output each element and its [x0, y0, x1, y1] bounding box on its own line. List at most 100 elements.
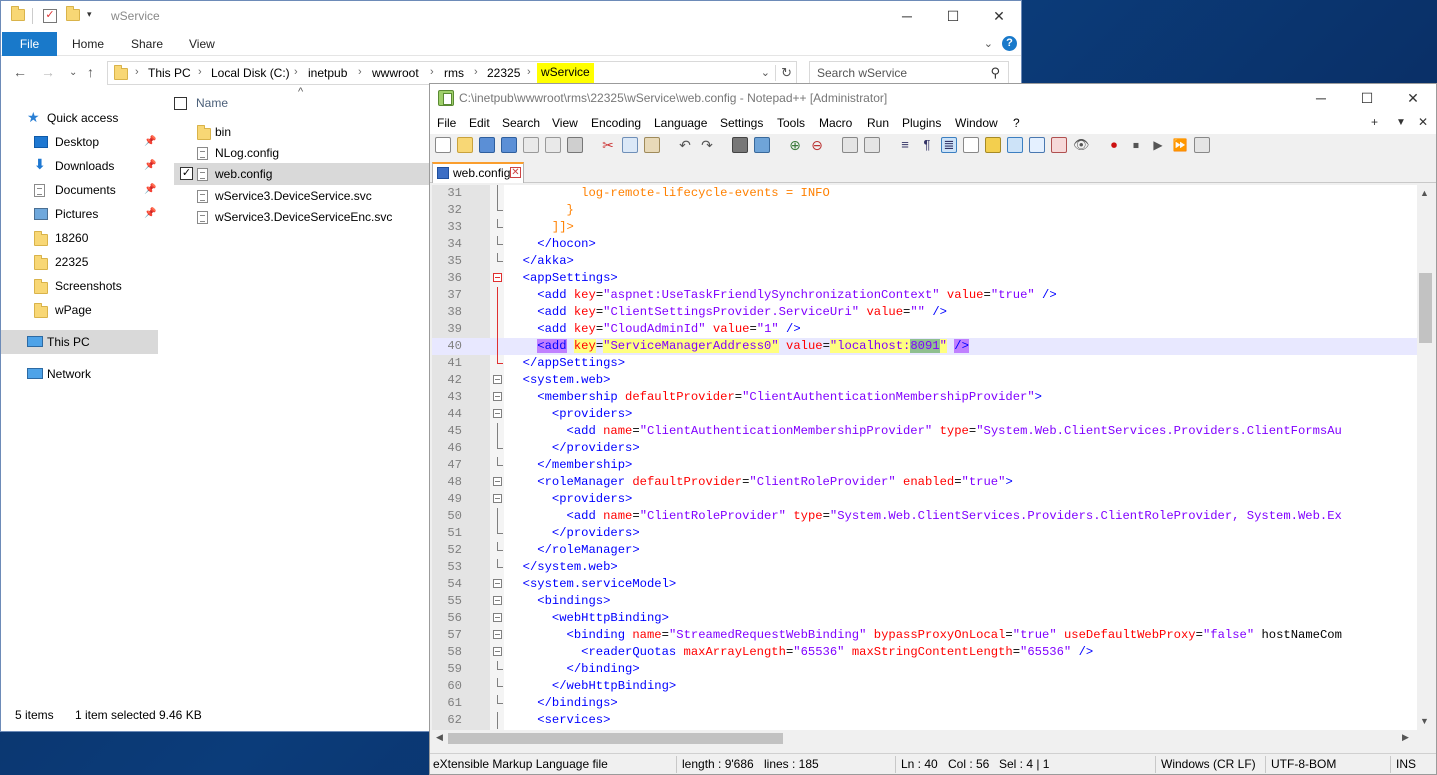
paste-icon[interactable]: [644, 137, 660, 153]
file-row[interactable]: NLog.config: [174, 142, 431, 164]
play-macro-icon[interactable]: ▶: [1150, 137, 1166, 153]
fold-toggle[interactable]: [493, 613, 502, 622]
zoom-in-icon[interactable]: ⊕: [787, 137, 803, 153]
undo-icon[interactable]: ↶: [677, 137, 693, 153]
fold-toggle[interactable]: [493, 375, 502, 384]
breadcrumb-item[interactable]: This PC: [148, 66, 191, 80]
cut-icon[interactable]: ✂: [600, 137, 616, 153]
sync-horizontal-icon[interactable]: [864, 137, 880, 153]
properties-icon[interactable]: ✓: [43, 9, 57, 23]
folder-workspace-icon[interactable]: [1029, 137, 1045, 153]
customize-toolbar-icon[interactable]: ▾: [87, 9, 101, 23]
scroll-right-icon[interactable]: ▶: [1402, 732, 1409, 743]
breadcrumb-item[interactable]: 22325: [487, 66, 520, 80]
menu-plugins[interactable]: Plugins: [902, 116, 941, 130]
nav-this-pc[interactable]: This PC: [1, 330, 158, 354]
scroll-up-icon[interactable]: ▲: [1420, 188, 1429, 198]
file-row[interactable]: bin: [174, 121, 431, 143]
fold-toggle[interactable]: [493, 273, 502, 282]
show-all-chars-icon[interactable]: ¶: [919, 137, 935, 153]
menu-window[interactable]: Window: [955, 116, 998, 130]
menu-help[interactable]: ?: [1013, 116, 1020, 130]
breadcrumb-item[interactable]: wwwroot: [372, 66, 419, 80]
redo-icon[interactable]: ↷: [699, 137, 715, 153]
stop-macro-icon[interactable]: ⏹: [1128, 137, 1144, 153]
close-file-icon[interactable]: [523, 137, 539, 153]
record-macro-icon[interactable]: ⏺: [1106, 137, 1122, 153]
address-dropdown-icon[interactable]: ⌄: [761, 66, 770, 79]
scroll-left-icon[interactable]: ◀: [436, 732, 443, 743]
close-tab-icon[interactable]: ✕: [510, 167, 521, 178]
breadcrumb-current[interactable]: wService: [537, 63, 594, 83]
menu-encoding[interactable]: Encoding: [591, 116, 641, 130]
row-checkbox[interactable]: ✓: [180, 167, 193, 180]
help-icon[interactable]: ?: [1002, 36, 1017, 51]
scroll-thumb[interactable]: [448, 733, 783, 744]
refresh-icon[interactable]: ↻: [775, 65, 792, 81]
maximize-button[interactable]: ☐: [1344, 84, 1390, 112]
tab-file[interactable]: File: [2, 32, 57, 56]
close-all-icon[interactable]: [545, 137, 561, 153]
indent-guide-icon[interactable]: ≣: [941, 137, 957, 153]
fold-toggle[interactable]: [493, 647, 502, 656]
nav-documents[interactable]: Documents 📌: [1, 178, 158, 202]
menu-search[interactable]: Search: [502, 116, 540, 130]
pin-icon[interactable]: 📌: [144, 178, 156, 202]
eol-format[interactable]: Windows (CR LF): [1161, 754, 1256, 774]
menu-language[interactable]: Language: [654, 116, 707, 130]
nav-folder[interactable]: 18260: [1, 226, 158, 250]
menu-settings[interactable]: Settings: [720, 116, 763, 130]
eye-icon[interactable]: 👁: [1073, 137, 1090, 153]
chevron-down-icon[interactable]: ⌄: [984, 37, 993, 50]
minimize-button[interactable]: ─: [1298, 84, 1344, 112]
insert-mode[interactable]: INS: [1396, 754, 1416, 774]
menu-edit[interactable]: Edit: [469, 116, 490, 130]
doc-map-icon[interactable]: [985, 137, 1001, 153]
nav-folder[interactable]: wPage: [1, 298, 158, 322]
scroll-thumb[interactable]: [1419, 273, 1432, 343]
fold-toggle[interactable]: [493, 579, 502, 588]
monitoring-icon[interactable]: [1051, 137, 1067, 153]
function-list-icon[interactable]: [1007, 137, 1023, 153]
scroll-down-icon[interactable]: ▼: [1420, 716, 1429, 726]
nav-network[interactable]: Network: [1, 362, 158, 386]
save-all-icon[interactable]: [501, 137, 517, 153]
copy-icon[interactable]: [622, 137, 638, 153]
fold-toggle[interactable]: [493, 477, 502, 486]
print-icon[interactable]: [567, 137, 583, 153]
up-icon[interactable]: ↑: [87, 64, 94, 80]
replace-icon[interactable]: [754, 137, 770, 153]
menu-file[interactable]: File: [437, 116, 456, 130]
fold-toggle[interactable]: [493, 392, 502, 401]
tab-web-config[interactable]: web.config ✕: [432, 162, 524, 183]
search-input[interactable]: [810, 62, 980, 84]
nav-pictures[interactable]: Pictures 📌: [1, 202, 158, 226]
tab-home[interactable]: Home: [72, 32, 104, 56]
fold-toggle[interactable]: [493, 409, 502, 418]
menu-macro[interactable]: Macro: [819, 116, 852, 130]
nav-folder[interactable]: Screenshots: [1, 274, 158, 298]
recent-dropdown-icon[interactable]: ⌄: [69, 67, 77, 78]
new-folder-icon[interactable]: [66, 6, 80, 23]
menu-run[interactable]: Run: [867, 116, 889, 130]
file-row-selected[interactable]: ✓ web.config: [174, 163, 431, 185]
pin-icon[interactable]: 📌: [144, 130, 156, 154]
forward-icon[interactable]: →: [41, 64, 55, 80]
breadcrumb-item[interactable]: inetpub: [308, 66, 347, 80]
fold-toggle[interactable]: [493, 630, 502, 639]
nav-quick-access[interactable]: ★ Quick access: [1, 106, 158, 130]
horizontal-scrollbar[interactable]: ◀ ▶: [432, 730, 1417, 747]
address-bar[interactable]: › This PC › Local Disk (C:) › inetpub › …: [107, 61, 797, 85]
breadcrumb-item[interactable]: Local Disk (C:): [211, 66, 290, 80]
file-row[interactable]: wService3.DeviceServiceEnc.svc: [174, 206, 431, 228]
nav-desktop[interactable]: Desktop 📌: [1, 130, 158, 154]
fold-toggle[interactable]: [493, 494, 502, 503]
pin-icon[interactable]: 📌: [144, 154, 156, 178]
close-tab-icon[interactable]: ✕: [1418, 115, 1428, 129]
zoom-out-icon[interactable]: ⊖: [809, 137, 825, 153]
open-file-icon[interactable]: [457, 137, 473, 153]
save-macro-icon[interactable]: [1194, 137, 1210, 153]
search-box[interactable]: ⚲: [809, 61, 1009, 85]
close-button[interactable]: ✕: [1390, 84, 1436, 112]
close-button[interactable]: ✕: [976, 1, 1021, 32]
